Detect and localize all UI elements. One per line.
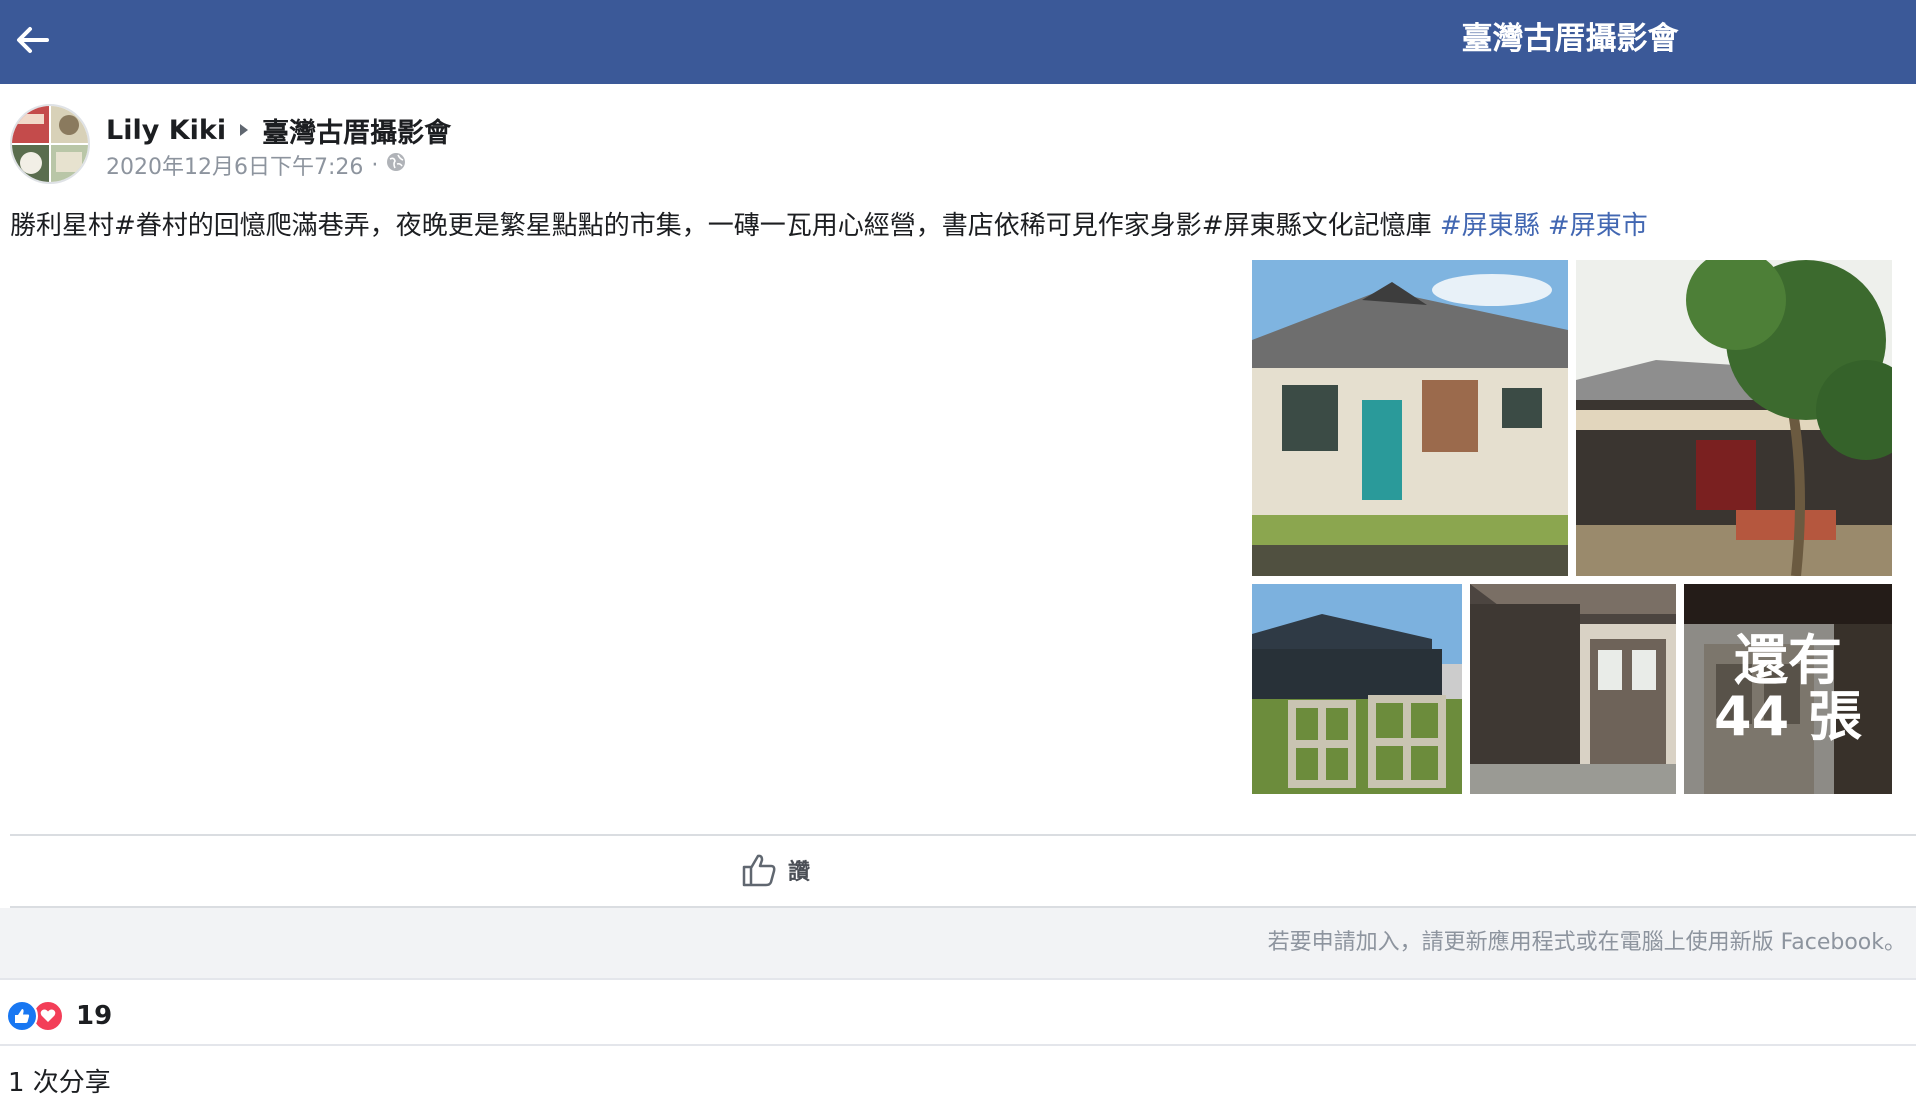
post-photo-2[interactable] bbox=[1576, 260, 1892, 576]
triangle-right-icon bbox=[238, 122, 250, 138]
like-reaction-icon bbox=[6, 1000, 38, 1032]
join-notice-bar: 若要申請加入，請更新應用程式或在電腦上使用新版 Facebook。 bbox=[0, 908, 1916, 980]
top-bar: 臺灣古厝攝影會 bbox=[0, 0, 1916, 84]
page-title: 臺灣古厝攝影會 bbox=[1461, 21, 1679, 57]
arrow-left-icon bbox=[17, 27, 49, 53]
post-photo-4[interactable] bbox=[1470, 584, 1676, 794]
author-name[interactable]: Lily Kiki bbox=[106, 115, 226, 146]
post-photo-3[interactable] bbox=[1252, 584, 1462, 794]
post-text: 勝利星村#眷村的回憶爬滿巷弄，夜晚更是繁星點點的市集，一磚一瓦用心經營，書店依稀… bbox=[10, 208, 1890, 244]
reactions-summary[interactable]: 19 bbox=[6, 996, 112, 1036]
share-count[interactable]: 1 次分享 bbox=[8, 1062, 111, 1099]
hashtag-link[interactable]: #屏東縣 bbox=[1440, 211, 1540, 241]
more-photos-tile[interactable]: 還有 44 張 bbox=[1684, 584, 1892, 794]
meta-separator: · bbox=[371, 152, 379, 178]
post-photo-1[interactable] bbox=[1252, 260, 1568, 576]
globe-icon bbox=[386, 152, 406, 178]
post-meta: 2020年12月6日下午7:26 · bbox=[106, 150, 406, 180]
reaction-count: 19 bbox=[76, 1001, 113, 1031]
post-text-main: 勝利星村#眷村的回憶爬滿巷弄，夜晚更是繁星點點的市集，一磚一瓦用心經營，書店依稀… bbox=[10, 211, 1432, 241]
like-label: 讚 bbox=[788, 860, 811, 885]
avatar[interactable] bbox=[10, 104, 90, 184]
like-button[interactable]: 讚 bbox=[740, 850, 810, 890]
more-photos-count: 還有 44 張 bbox=[1684, 584, 1892, 794]
post-timestamp[interactable]: 2020年12月6日下午7:26 bbox=[106, 149, 363, 181]
hashtag-link[interactable]: #屏東市 bbox=[1548, 211, 1648, 241]
divider bbox=[10, 834, 1916, 836]
group-name[interactable]: 臺灣古厝攝影會 bbox=[262, 111, 451, 150]
thumbs-up-icon bbox=[742, 854, 776, 887]
divider bbox=[0, 1044, 1916, 1046]
post-author-line: Lily Kiki 臺灣古厝攝影會 bbox=[106, 110, 451, 150]
join-notice-text: 若要申請加入，請更新應用程式或在電腦上使用新版 Facebook。 bbox=[1267, 930, 1906, 955]
back-button[interactable] bbox=[10, 18, 54, 62]
